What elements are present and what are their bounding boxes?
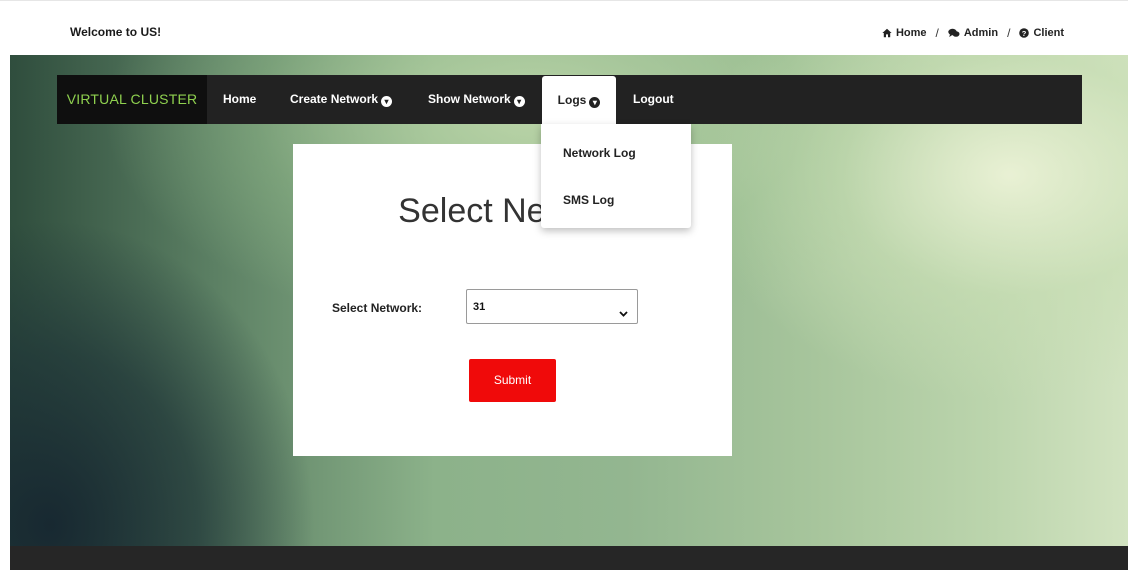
chevron-down-icon <box>619 304 628 322</box>
top-bar: Welcome to US! Home / Admin / ? Client <box>0 0 1128 56</box>
nav-show-network[interactable]: Show Network ▾ <box>428 75 525 124</box>
logs-dropdown-menu: Network Log SMS Log <box>541 124 691 228</box>
svg-text:?: ? <box>1022 29 1027 38</box>
footer-bar <box>10 546 1128 570</box>
nav-home-label: Home <box>223 92 257 106</box>
select-network-label: Select Network: <box>332 301 423 315</box>
top-link-home-label: Home <box>895 27 927 39</box>
top-links: Home / Admin / ? Client <box>882 26 1064 40</box>
nav-create-network-label: Create Network <box>290 92 379 106</box>
welcome-text: Welcome to US! <box>70 25 162 39</box>
network-select-value: 31 <box>473 301 486 313</box>
main-navbar: VIRTUAL CLUSTER Home Create Network ▾ Sho… <box>57 75 1082 126</box>
network-select[interactable]: 31 <box>466 289 638 324</box>
home-icon <box>882 28 892 38</box>
nav-logout[interactable]: Logout <box>633 75 674 124</box>
top-link-client-label: Client <box>1033 27 1064 39</box>
question-circle-icon: ? <box>1019 28 1030 38</box>
menu-item-sms-log[interactable]: SMS Log <box>563 193 614 207</box>
breadcrumb-separator: / <box>935 26 939 40</box>
top-link-home[interactable]: Home <box>882 27 927 39</box>
breadcrumb-separator: / <box>1007 26 1011 40</box>
chat-icon <box>948 28 960 38</box>
top-link-admin-label: Admin <box>963 27 999 39</box>
chevron-circle-down-icon: ▾ <box>513 96 525 107</box>
nav-home[interactable]: Home <box>223 75 256 124</box>
submit-button[interactable]: Submit <box>469 359 556 402</box>
nav-show-network-label: Show Network <box>428 92 511 106</box>
top-link-admin[interactable]: Admin <box>948 27 998 39</box>
nav-create-network[interactable]: Create Network ▾ <box>290 75 393 124</box>
chevron-circle-down-icon: ▾ <box>589 97 601 108</box>
top-link-client[interactable]: ? Client <box>1019 27 1064 39</box>
chevron-circle-down-icon: ▾ <box>381 96 393 107</box>
menu-item-network-log[interactable]: Network Log <box>563 146 636 160</box>
nav-logs-label: Logs <box>557 93 587 107</box>
brand-logo[interactable]: VIRTUAL CLUSTER <box>57 75 207 124</box>
nav-logout-label: Logout <box>633 92 674 106</box>
nav-logs[interactable]: Logs ▾ <box>542 76 616 126</box>
